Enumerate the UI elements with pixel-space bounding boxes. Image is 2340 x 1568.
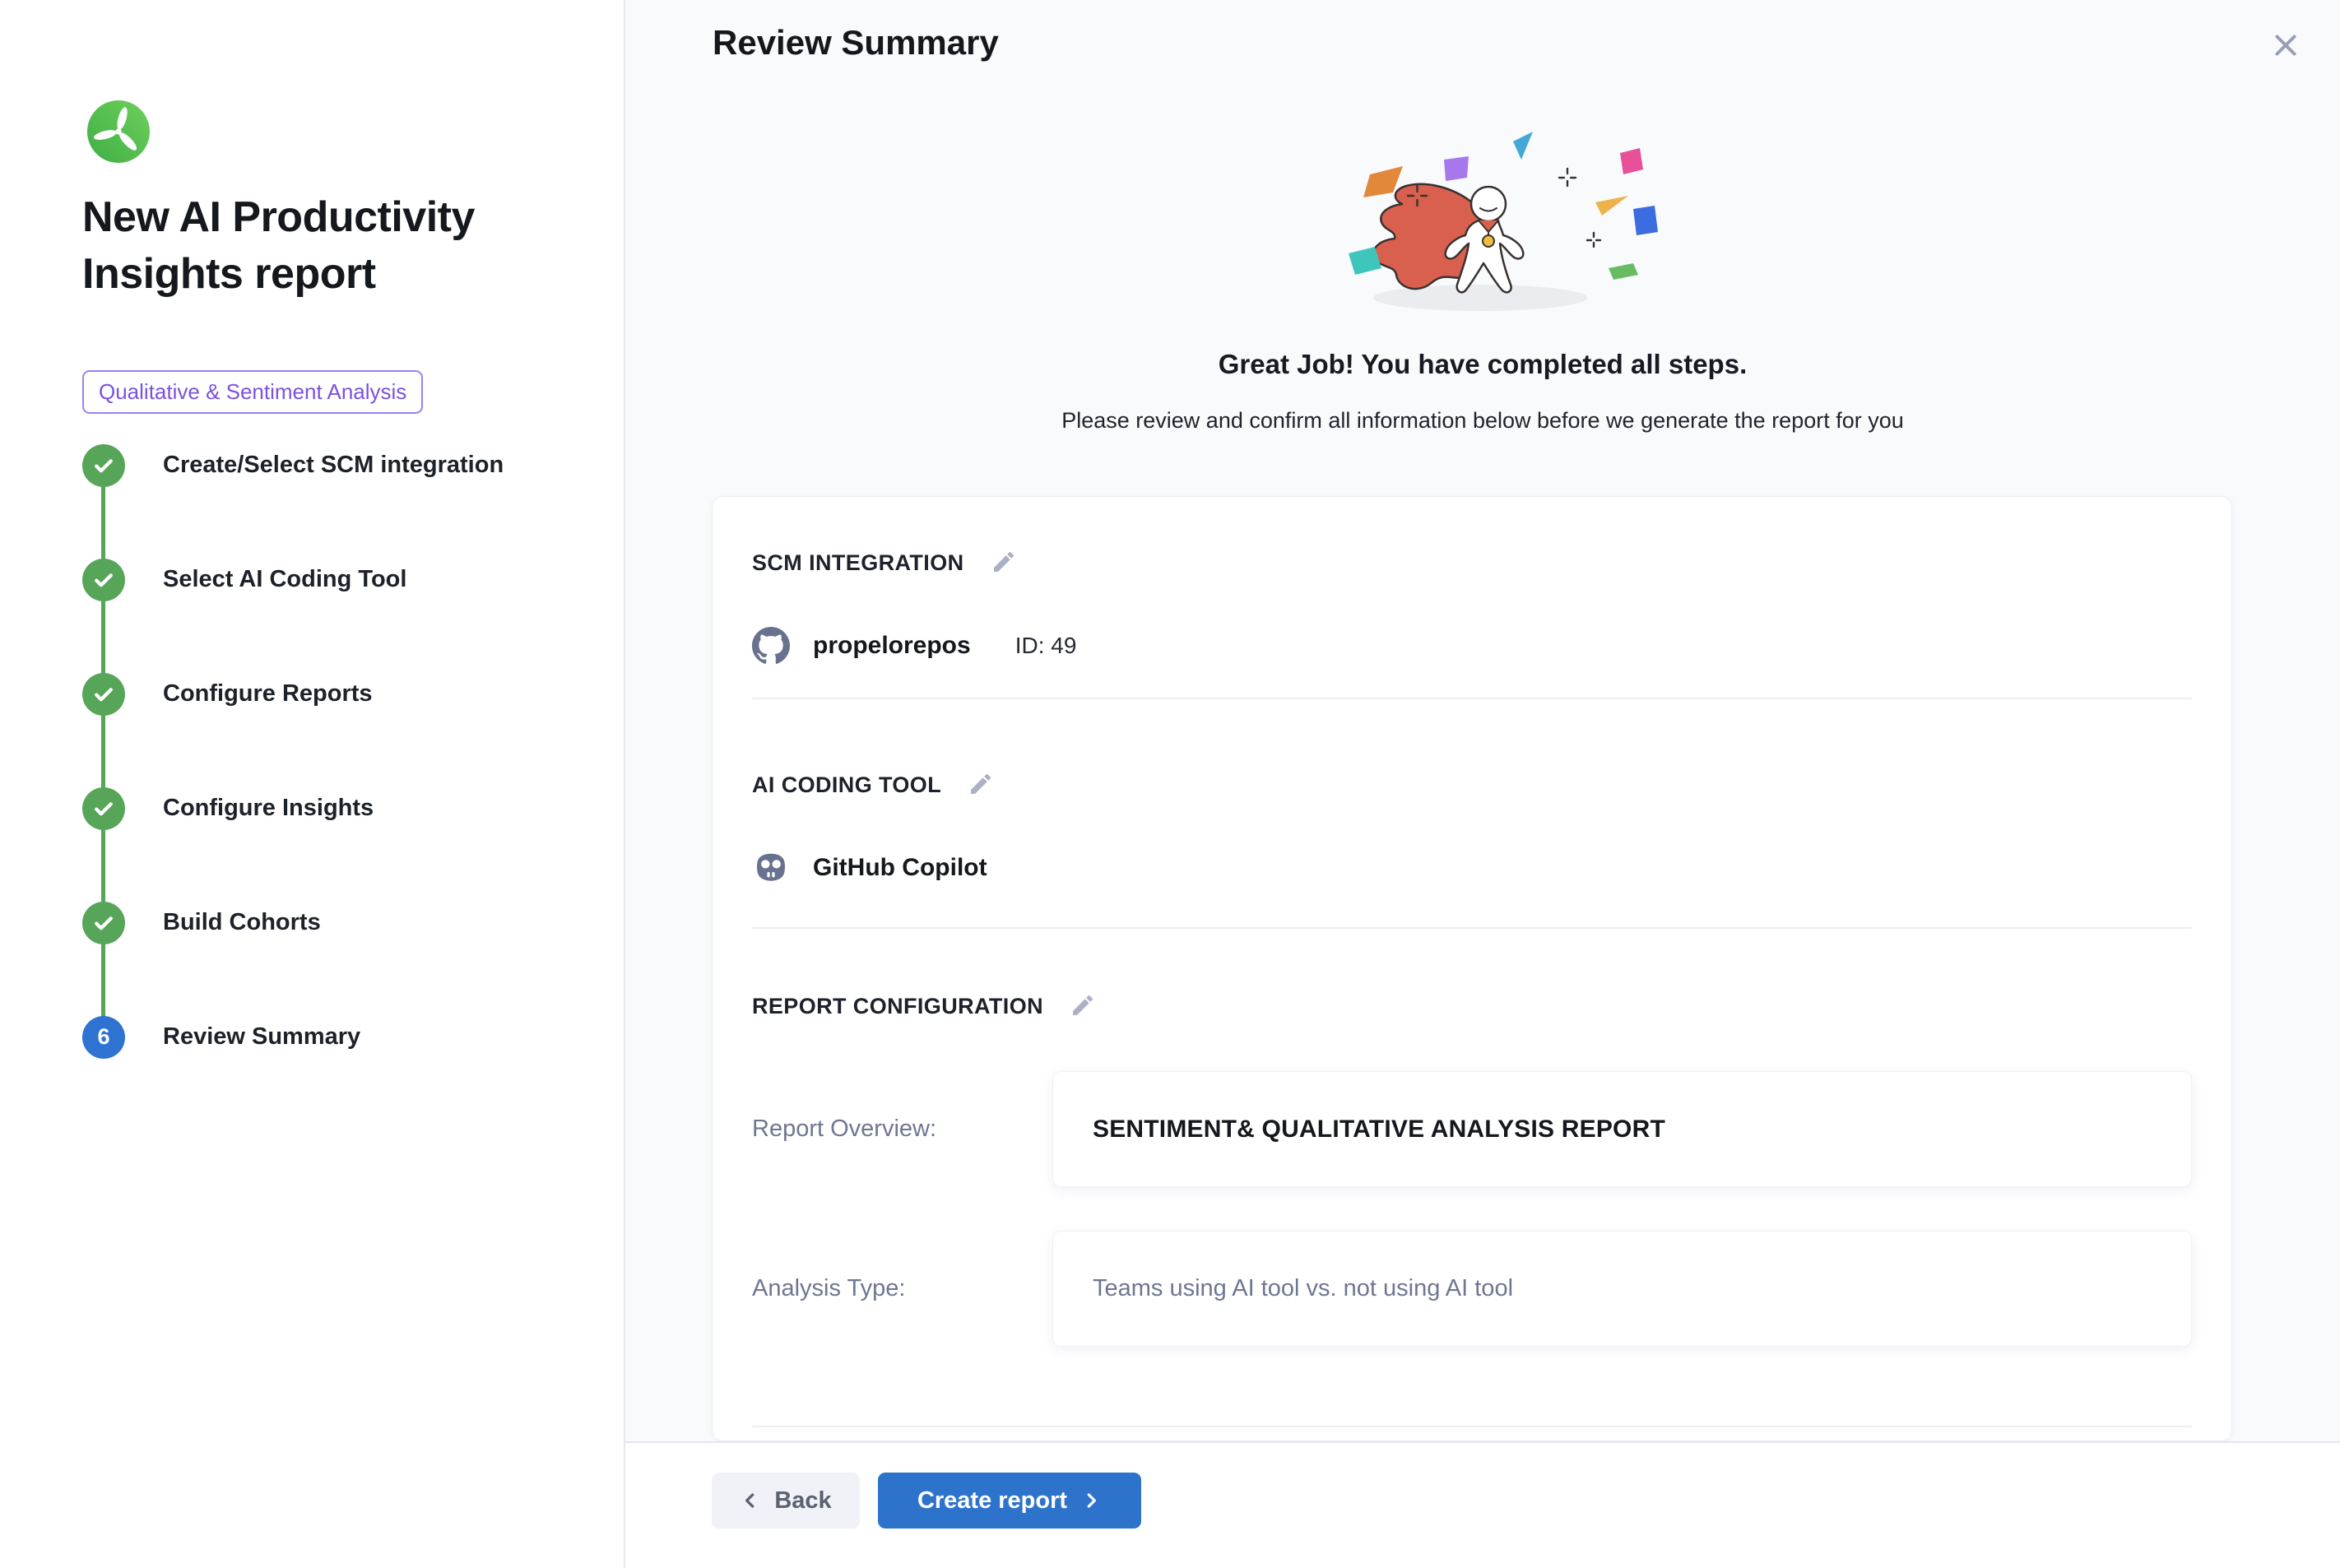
report-overview-value: SENTIMENT& QUALITATIVE ANALYSIS REPORT — [1093, 1116, 1665, 1144]
ai-coding-tool-name: GitHub Copilot — [813, 854, 987, 882]
page-title: Review Summary — [713, 23, 999, 63]
check-icon — [82, 902, 125, 944]
step-number-badge: 6 — [82, 1016, 125, 1059]
scm-integration-heading: SCM INTEGRATION — [752, 550, 964, 576]
check-icon — [82, 444, 125, 487]
back-button[interactable]: Back — [712, 1473, 860, 1529]
wizard-sidebar: New AI Productivity Insights report Qual… — [0, 0, 625, 1568]
ai-coding-tool-row: GitHub Copilot — [752, 849, 2192, 887]
divider — [752, 1426, 2192, 1427]
chevron-right-icon — [1080, 1490, 1102, 1511]
copilot-icon — [752, 849, 790, 887]
wizard-title: New AI Productivity Insights report — [82, 189, 543, 303]
analysis-type-value: Teams using AI tool vs. not using AI too… — [1093, 1275, 1513, 1302]
step-list: Create/Select SCM integration Select AI … — [82, 408, 576, 1094]
back-button-label: Back — [774, 1487, 831, 1515]
step-configure-reports[interactable]: Configure Reports — [82, 637, 576, 751]
step-configure-insights[interactable]: Configure Insights — [82, 751, 576, 865]
report-overview-row: Report Overview: SENTIMENT& QUALITATIVE … — [752, 1071, 2192, 1187]
analysis-type-row: Analysis Type: Teams using AI tool vs. n… — [752, 1231, 2192, 1347]
step-label: Configure Reports — [163, 680, 373, 707]
analysis-type-label: Analysis Type: — [752, 1275, 1052, 1302]
ai-coding-tool-section-head: AI CODING TOOL — [752, 770, 2192, 800]
report-configuration-heading: REPORT CONFIGURATION — [752, 994, 1043, 1019]
edit-pencil-icon — [1070, 992, 1096, 1018]
confetti-hero-illustration — [1306, 123, 1660, 329]
github-icon — [752, 627, 790, 665]
edit-ai-tool-button[interactable] — [966, 770, 996, 800]
step-build-cohorts[interactable]: Build Cohorts — [82, 865, 576, 980]
summary-card: SCM INTEGRATION propelorepos ID: 49 AI C… — [712, 496, 2232, 1441]
review-summary-panel: Review Summary — [625, 0, 2340, 1568]
edit-pencil-icon — [968, 771, 994, 797]
check-icon — [82, 559, 125, 601]
chevron-left-icon — [740, 1490, 761, 1511]
step-create-select-scm[interactable]: Create/Select SCM integration — [82, 408, 576, 522]
divider — [752, 698, 2192, 699]
ai-coding-tool-heading: AI CODING TOOL — [752, 772, 941, 798]
step-label: Review Summary — [163, 1023, 360, 1051]
step-label: Build Cohorts — [163, 909, 321, 936]
scm-integration-row: propelorepos ID: 49 — [752, 627, 2192, 665]
create-report-button[interactable]: Create report — [878, 1473, 1141, 1529]
scm-integration-id: ID: 49 — [1015, 633, 1077, 659]
close-button[interactable] — [2268, 28, 2304, 64]
step-select-ai-tool[interactable]: Select AI Coding Tool — [82, 522, 576, 637]
report-overview-value-box: SENTIMENT& QUALITATIVE ANALYSIS REPORT — [1052, 1071, 2192, 1187]
step-label: Create/Select SCM integration — [163, 452, 504, 479]
create-report-button-label: Create report — [917, 1487, 1067, 1515]
scm-integration-name: propelorepos — [813, 632, 971, 660]
step-label: Select AI Coding Tool — [163, 566, 406, 593]
edit-report-config-button[interactable] — [1068, 991, 1098, 1021]
report-configuration-section-head: REPORT CONFIGURATION — [752, 991, 2192, 1021]
edit-scm-button[interactable] — [989, 548, 1019, 578]
edit-pencil-icon — [991, 549, 1017, 575]
report-overview-label: Report Overview: — [752, 1116, 1052, 1143]
scm-integration-section-head: SCM INTEGRATION — [752, 548, 2192, 578]
analysis-type-value-box: Teams using AI tool vs. not using AI too… — [1052, 1231, 2192, 1347]
wizard-footer: Back Create report — [625, 1441, 2340, 1568]
congrats-title: Great Job! You have completed all steps. — [1219, 349, 1747, 380]
divider — [752, 927, 2192, 929]
congrats-subtitle: Please review and confirm all informatio… — [1061, 408, 1904, 434]
step-review-summary[interactable]: 6 Review Summary — [82, 980, 576, 1094]
check-icon — [82, 787, 125, 830]
check-icon — [82, 673, 125, 716]
propeller-logo — [87, 100, 150, 163]
close-icon — [2268, 28, 2303, 63]
step-label: Configure Insights — [163, 795, 374, 822]
